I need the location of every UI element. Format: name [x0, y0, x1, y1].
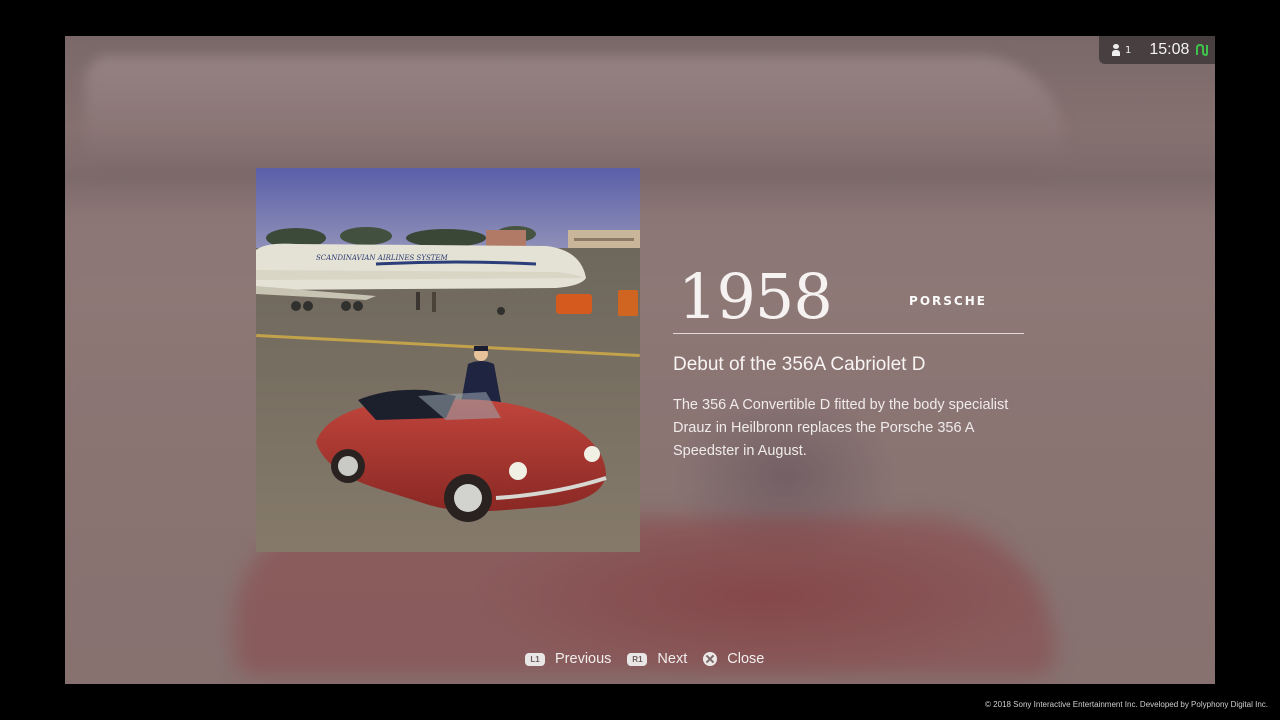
close-button[interactable]: Close	[703, 651, 764, 667]
next-label: Next	[657, 651, 688, 667]
clock: 15:08	[1149, 41, 1190, 58]
entry-headline: Debut of the 356A Cabriolet D	[673, 354, 926, 375]
network-icon	[1196, 43, 1209, 57]
divider	[673, 333, 1024, 334]
close-label: Close	[727, 651, 765, 667]
previous-label: Previous	[555, 651, 612, 667]
entry-description: The 356 A Convertible D fitted by the bo…	[673, 397, 1009, 459]
brand-logo: PORSCHE	[909, 294, 987, 308]
photo-illustration: SCANDINAVIAN AIRLINES SYSTEM	[256, 168, 640, 552]
previous-button[interactable]: L1 Previous	[525, 651, 611, 667]
next-button[interactable]: R1 Next	[627, 651, 687, 667]
l1-button-icon: L1	[525, 652, 545, 666]
historic-photo: SCANDINAVIAN AIRLINES SYSTEM	[256, 168, 640, 552]
background-airplane	[85, 56, 1065, 176]
airline-text: SCANDINAVIAN AIRLINES SYSTEM	[316, 254, 449, 262]
blurred-background-photo	[65, 36, 1215, 684]
user-icon	[1111, 44, 1121, 56]
background-tarmac	[65, 266, 1215, 684]
controller-hints: L1 Previous R1 Next Close	[525, 648, 780, 670]
museum-screen: 1 15:08 SCANDINAVIAN AIRLINES SYSTEM 195…	[65, 36, 1215, 684]
cross-button-icon	[703, 652, 718, 666]
year-heading: 1958	[678, 260, 833, 333]
r1-button-icon: R1	[627, 652, 648, 666]
copyright-notice: © 2018 Sony Interactive Entertainment In…	[985, 700, 1268, 709]
user-count: 1	[1125, 44, 1132, 56]
status-bar: 1 15:08	[1099, 36, 1215, 64]
